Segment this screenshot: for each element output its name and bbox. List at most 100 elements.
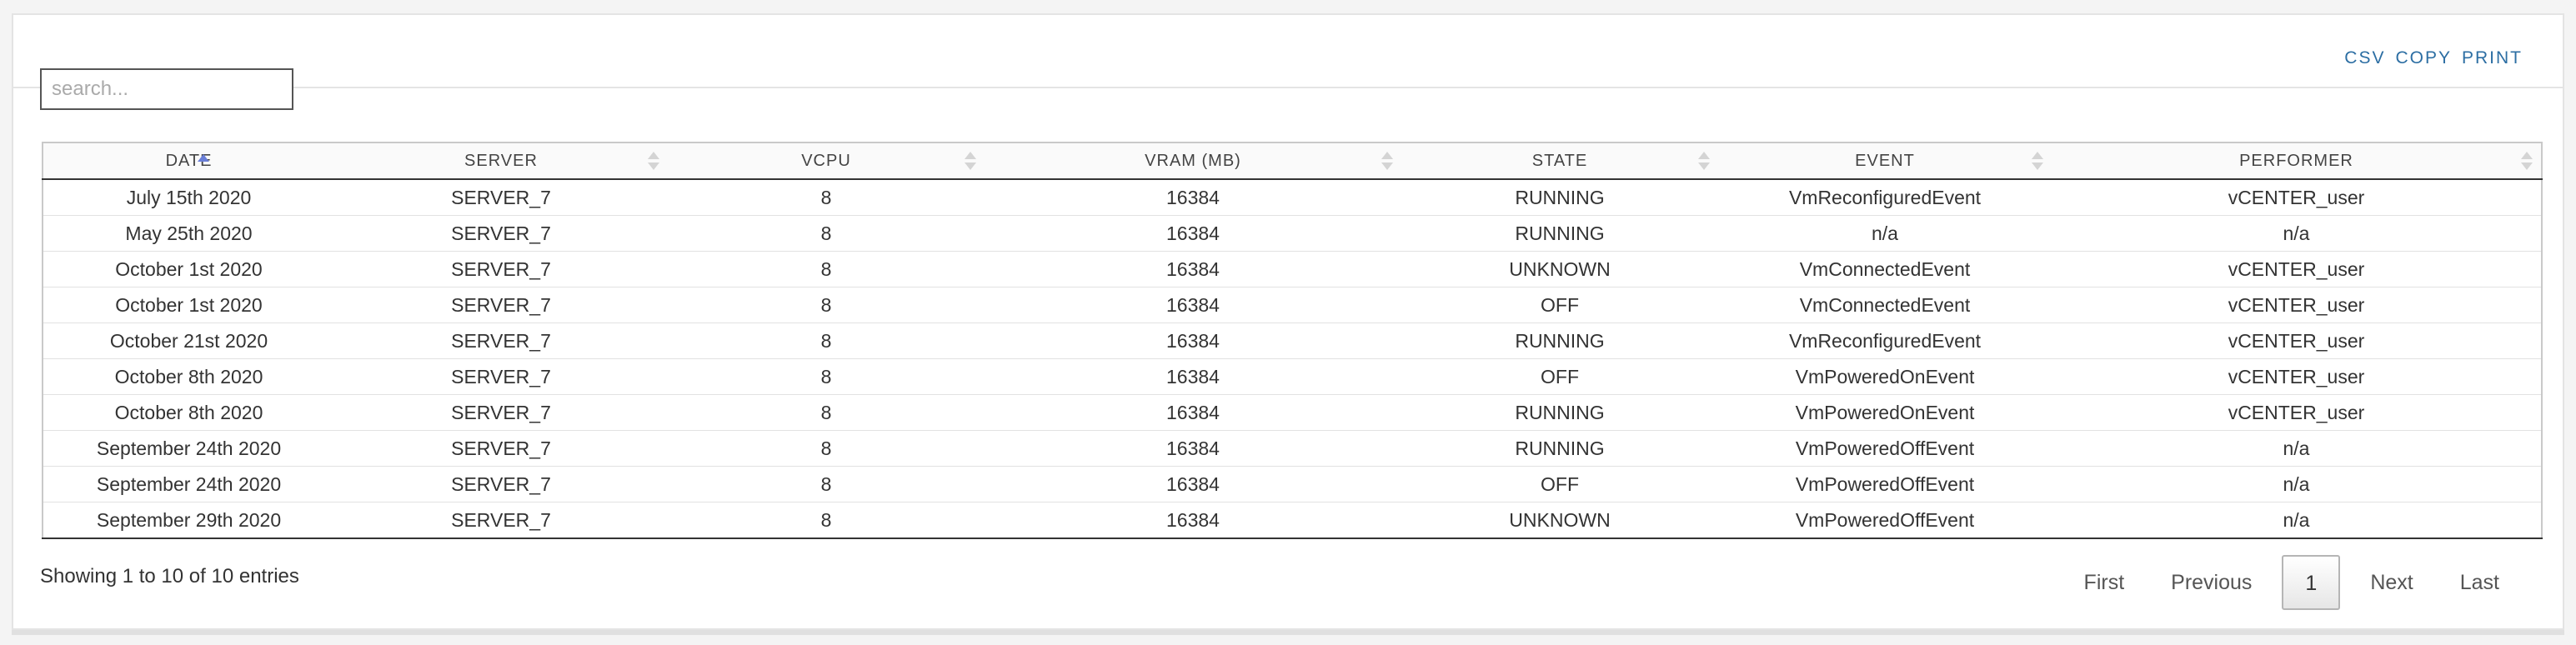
cell-performer: vCENTER_user (2052, 251, 2542, 288)
cell-event: VmConnectedEvent (1718, 287, 2052, 323)
cell-server: SERVER_7 (334, 394, 668, 431)
cell-server: SERVER_7 (334, 322, 668, 359)
cell-vram: 16384 (1166, 186, 1220, 208)
cell-vram: 16384 (985, 215, 1401, 252)
cell-performer: n/a (2052, 215, 2542, 252)
cell-performer: vCENTER_user (2052, 394, 2542, 431)
export-toolbar: CSV COPY PRINT (2344, 48, 2523, 68)
column-header-vram[interactable]: VRAM (MB) (985, 142, 1401, 180)
previous-page-button[interactable]: Previous (2148, 555, 2275, 610)
cell-performer: vCENTER_user (2052, 287, 2542, 323)
cell-server: SERVER_7 (334, 502, 668, 538)
table-row: September 29th 2020 SERVER_7 8 16384 UNKNOWN… (43, 502, 2542, 538)
column-header-label: EVENT (1855, 151, 1915, 170)
table-row: October 21st 2020 SERVER_7 8 16384 RUNNING Vm… (43, 322, 2542, 359)
cell-event: VmReconfiguredEvent (1718, 322, 2052, 359)
column-header-event[interactable]: EVENT (1718, 142, 2052, 180)
last-page-button[interactable]: Last (2437, 555, 2523, 610)
cell-vcpu: 8 (668, 466, 985, 502)
column-header-state[interactable]: STATE (1401, 142, 1718, 180)
copy-button[interactable]: COPY (2395, 48, 2452, 68)
table-body: July 15th 2020 SERVER_7 8 16384 RUNNING VmRec… (43, 179, 2542, 538)
cell-vcpu: 8 (668, 251, 985, 288)
column-header-label: VRAM (MB) (1145, 151, 1241, 170)
cell-event: n/a (1718, 215, 2052, 252)
cell-state: RUNNING (1515, 186, 1605, 208)
header-divider (13, 87, 2563, 88)
cell-vcpu: 8 (668, 394, 985, 431)
cell-date: September 24th 2020 (43, 430, 334, 467)
cell-event: VmPoweredOffEvent (1718, 502, 2052, 538)
cell-vcpu: 8 (668, 502, 985, 538)
column-header-label: VCPU (801, 151, 851, 170)
column-header-performer[interactable]: PERFORMER (2052, 142, 2542, 180)
table-row: October 8th 2020 SERVER_7 8 16384 RUNNING VmP… (43, 394, 2542, 431)
cell-state: RUNNING (1401, 322, 1718, 359)
cell-vram: 16384 (985, 251, 1401, 288)
table-row: October 8th 2020 SERVER_7 8 16384 OFF VmPower… (43, 358, 2542, 395)
cell-vram: 16384 (985, 322, 1401, 359)
cell-server: SERVER_7 (334, 215, 668, 252)
column-header-label: SERVER (464, 151, 538, 170)
cell-performer: vCENTER_user (2228, 186, 2365, 208)
cell-server: SERVER_7 (334, 358, 668, 395)
column-header-label: STATE (1531, 151, 1588, 170)
cell-event: VmConnectedEvent (1718, 251, 2052, 288)
cell-state: OFF (1401, 466, 1718, 502)
cell-performer: n/a (2052, 502, 2542, 538)
cell-event: VmPoweredOnEvent (1718, 394, 2052, 431)
pagination: First Previous 1 Next Last (2061, 555, 2523, 610)
cell-server: SERVER_7 (334, 251, 668, 288)
cell-date: May 25th 2020 (43, 215, 334, 252)
cell-date: October 1st 2020 (43, 287, 334, 323)
sort-icon (2521, 151, 2533, 171)
table-row: September 24th 2020 SERVER_7 8 16384 RUNNING… (43, 430, 2542, 467)
print-button[interactable]: PRINT (2462, 48, 2523, 68)
cell-vram: 16384 (985, 287, 1401, 323)
sort-icon (1698, 151, 1710, 171)
column-header-server[interactable]: SERVER (334, 142, 668, 180)
sort-ascending-icon (198, 153, 209, 173)
cell-state: OFF (1401, 358, 1718, 395)
table-row: October 1st 2020 SERVER_7 8 16384 UNKNOWN VmC… (43, 251, 2542, 288)
cell-date: October 8th 2020 (43, 394, 334, 431)
cell-vram: 16384 (985, 430, 1401, 467)
cell-performer: n/a (2052, 430, 2542, 467)
cell-server: SERVER_7 (334, 430, 668, 467)
cell-date: October 1st 2020 (43, 251, 334, 288)
csv-button[interactable]: CSV (2344, 48, 2385, 68)
next-page-button[interactable]: Next (2347, 555, 2436, 610)
cell-vram: 16384 (985, 466, 1401, 502)
cell-event: VmPoweredOffEvent (1718, 430, 2052, 467)
cell-event: VmReconfiguredEvent (1788, 186, 1982, 208)
column-header-date[interactable]: DATE (43, 142, 334, 180)
search-input[interactable] (40, 68, 293, 110)
cell-vcpu: 8 (668, 358, 985, 395)
cell-date: September 29th 2020 (43, 502, 334, 538)
table-header-row: DATE SERVER VCPU VRAM (MB) STATE EVENT P… (43, 142, 2542, 180)
cell-date: September 24th 2020 (43, 466, 334, 502)
table-row: September 24th 2020 SERVER_7 8 16384 OFF VmPo… (43, 466, 2542, 502)
cell-performer: vCENTER_user (2052, 358, 2542, 395)
cell-vcpu: 8 (820, 186, 832, 208)
cell-date: October 8th 2020 (43, 358, 334, 395)
sort-icon (2032, 151, 2043, 171)
sort-icon (648, 151, 659, 171)
sort-icon (1381, 151, 1393, 171)
first-page-button[interactable]: First (2061, 555, 2148, 610)
column-header-label: PERFORMER (2239, 151, 2353, 170)
cell-state: RUNNING (1401, 394, 1718, 431)
cell-state: RUNNING (1401, 430, 1718, 467)
cell-vcpu: 8 (668, 322, 985, 359)
cell-vram: 16384 (985, 394, 1401, 431)
table-row: May 25th 2020 SERVER_7 8 16384 RUNNING n/a n/a (43, 215, 2542, 252)
sort-icon (965, 151, 976, 171)
cell-state: OFF (1401, 287, 1718, 323)
cell-performer: n/a (2052, 466, 2542, 502)
cell-server: SERVER_7 (334, 466, 668, 502)
column-header-vcpu[interactable]: VCPU (668, 142, 985, 180)
current-page-button[interactable]: 1 (2282, 555, 2341, 610)
cell-vcpu: 8 (668, 287, 985, 323)
cell-state: RUNNING (1401, 215, 1718, 252)
cell-state: UNKNOWN (1401, 502, 1718, 538)
